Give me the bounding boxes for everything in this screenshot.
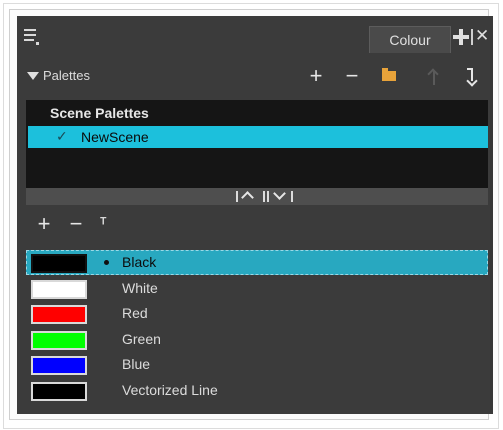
remove-palette-button[interactable]: − [341,64,363,88]
palette-item-label: NewScene [81,129,149,145]
palettes-label[interactable]: Palettes [43,68,90,83]
arrow-down-icon[interactable] [465,68,479,88]
arrow-up-icon[interactable] [427,67,441,87]
colour-item-label: Green [122,331,161,347]
hamburger-menu-icon[interactable] [24,29,40,45]
colour-item-vectorized-line[interactable]: Vectorized Line [26,378,488,403]
colour-view-panel: Colour ✕ Palettes + − Scene Palettes ✓ N… [17,16,493,414]
colour-item-white[interactable]: White [26,276,488,301]
swatch-toolbar: + − ᵀ [17,212,493,238]
colour-swatch [31,305,87,324]
colour-item-label: Blue [122,356,151,372]
colour-swatch [31,280,87,299]
palette-list-header: Scene Palettes [50,105,149,121]
palette-item-newscene[interactable]: ✓ NewScene [28,126,488,148]
colour-swatch [31,382,87,401]
splitter-handle[interactable] [26,187,488,205]
colour-item-label: Black [122,254,157,270]
colour-swatch [31,356,87,375]
plus-icon[interactable] [453,29,469,45]
tint-offset-icon[interactable]: ᵀ [100,215,107,232]
close-icon[interactable]: ✕ [471,26,489,47]
colour-swatch [31,254,87,273]
colour-item-label: Vectorized Line [122,382,218,398]
colour-item-blue[interactable]: Blue [26,352,488,377]
colour-item-red[interactable]: Red [26,301,488,326]
remove-colour-button[interactable]: − [66,212,86,236]
colour-swatch [31,331,87,350]
colour-item-green[interactable]: Green [26,327,488,352]
panel-header: Colour ✕ [17,16,493,58]
palette-list[interactable]: Scene Palettes ✓ NewScene [26,100,488,188]
add-colour-button[interactable]: + [34,212,54,236]
chevron-down-icon[interactable] [273,187,286,200]
add-palette-button[interactable]: + [305,64,327,88]
folder-icon[interactable] [382,68,396,81]
colour-item-black[interactable]: Black [26,250,488,275]
palettes-section-header: Palettes + − [17,64,493,90]
colour-item-label: White [122,280,158,296]
colour-item-label: Red [122,305,148,321]
colour-swatch-list[interactable]: Black White Red Green Blue Vectorized Li… [26,247,488,414]
chevron-up-icon[interactable] [241,191,254,204]
checkmark-icon: ✓ [56,128,68,144]
collapse-caret-icon[interactable] [27,72,39,80]
current-colour-dot [104,260,109,265]
tab-colour[interactable]: Colour [369,26,451,53]
